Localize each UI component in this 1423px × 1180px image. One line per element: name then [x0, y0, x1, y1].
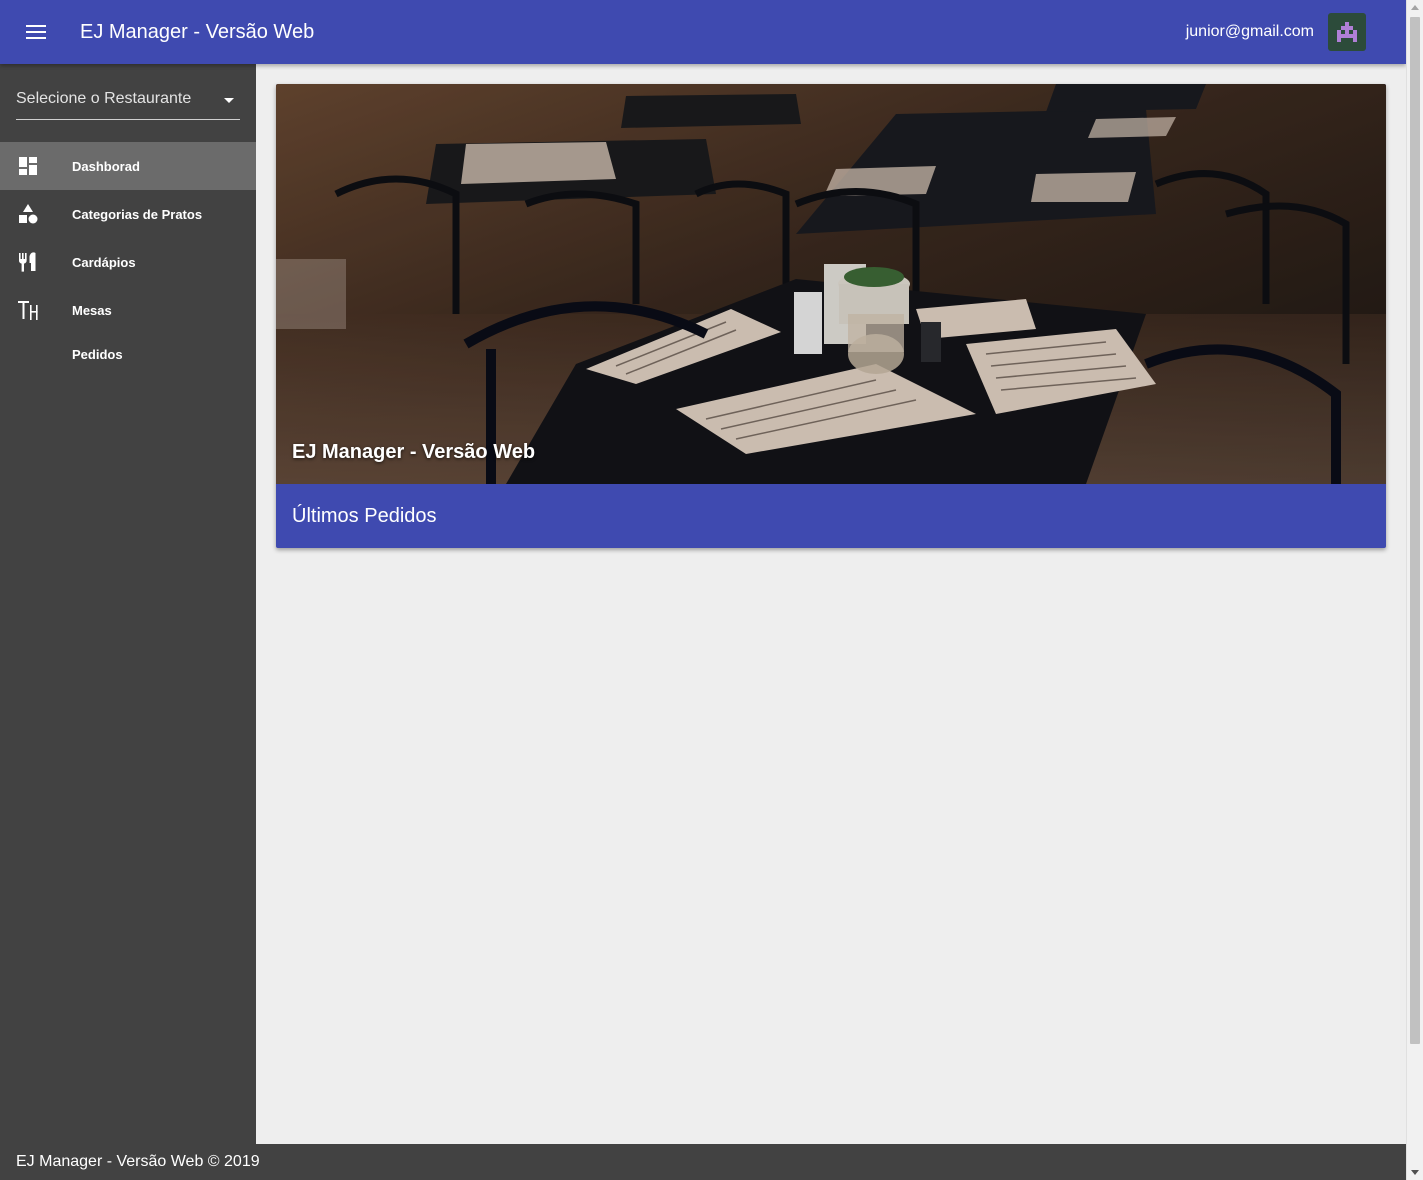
sidebar-item-label: Categorias de Pratos	[72, 206, 203, 222]
scroll-up-icon[interactable]	[1411, 5, 1419, 10]
restaurant-select[interactable]: Selecione o Restaurante	[16, 90, 240, 120]
category-shapes-icon	[0, 203, 56, 225]
menu-icon	[26, 25, 46, 39]
dashboard-card: EJ Manager - Versão Web Últimos Pedidos	[276, 84, 1386, 548]
sidebar-item-mesas[interactable]: Mesas	[0, 286, 256, 334]
sidebar-item-pedidos[interactable]: Pedidos	[0, 334, 256, 374]
sidebar: Selecione o Restaurante Dashborad Catego…	[0, 64, 256, 1144]
hero-image: EJ Manager - Versão Web	[276, 84, 1386, 484]
sidebar-item-dashboard[interactable]: Dashborad	[0, 142, 256, 190]
restaurant-photo	[276, 84, 1386, 484]
table-icon	[0, 299, 56, 321]
card-title: Últimos Pedidos	[292, 504, 437, 527]
identicon-avatar-icon	[1337, 22, 1357, 42]
footer-text: EJ Manager - Versão Web © 2019	[16, 1153, 260, 1170]
vertical-scrollbar[interactable]	[1406, 0, 1423, 1180]
dashboard-icon	[0, 156, 56, 176]
sidebar-item-label: Pedidos	[72, 346, 123, 362]
scroll-down-icon[interactable]	[1411, 1170, 1419, 1175]
sidebar-item-categorias[interactable]: Categorias de Pratos	[0, 190, 256, 238]
sidebar-nav: Dashborad Categorias de Pratos Cardápios…	[0, 142, 256, 374]
sidebar-item-cardapios[interactable]: Cardápios	[0, 238, 256, 286]
restaurant-menu-icon	[0, 251, 56, 273]
app-title: EJ Manager - Versão Web	[80, 20, 315, 43]
sidebar-item-label: Mesas	[72, 302, 112, 318]
restaurant-select-label: Selecione o Restaurante	[16, 90, 192, 107]
footer: EJ Manager - Versão Web © 2019	[0, 1144, 1406, 1180]
user-email[interactable]: junior@gmail.com	[1186, 23, 1314, 41]
sidebar-item-label: Dashborad	[72, 158, 140, 174]
arrow-drop-down-icon	[224, 98, 234, 103]
sidebar-item-label: Cardápios	[72, 254, 136, 270]
hero-title: EJ Manager - Versão Web	[292, 441, 536, 463]
avatar[interactable]	[1328, 13, 1366, 51]
app-bar: EJ Manager - Versão Web junior@gmail.com	[0, 0, 1406, 64]
scrollbar-thumb[interactable]	[1410, 17, 1420, 1044]
menu-button[interactable]	[8, 0, 64, 64]
